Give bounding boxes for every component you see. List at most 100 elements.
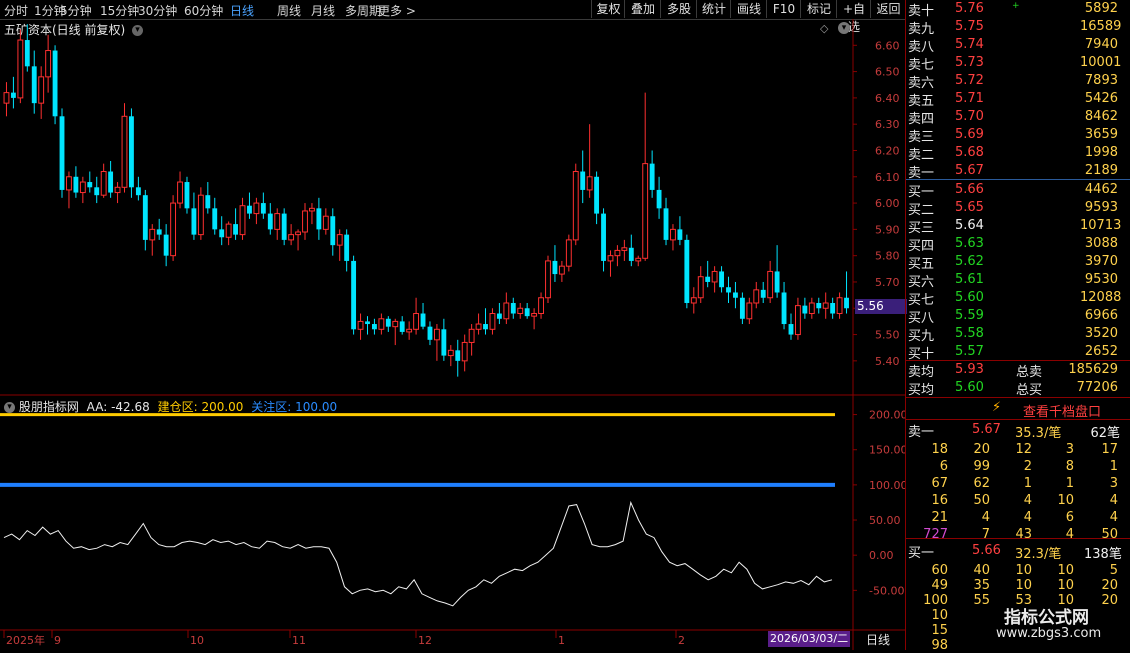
bid-price[interactable]: 5.60 (955, 290, 984, 305)
candle-body (788, 324, 794, 335)
toolbar-button[interactable]: 叠加 (624, 0, 661, 18)
period-tab[interactable]: 月线 (311, 2, 335, 19)
candle-body (87, 182, 93, 188)
bid-volume: 3520 (1084, 326, 1118, 341)
bid-level-label: 买九 (908, 329, 935, 344)
candle-body (607, 255, 614, 262)
period-tab[interactable]: 更多 > (378, 2, 416, 19)
bid-price[interactable]: 5.65 (955, 200, 984, 215)
toolbar-button[interactable]: 返回 (870, 0, 906, 18)
candle-body (59, 116, 65, 190)
period-tab[interactable]: 周线 (277, 2, 301, 19)
period-tab[interactable]: 日线 (230, 2, 254, 19)
candle-body (100, 171, 107, 196)
chart-canvas[interactable]: 6.60 6.50 6.40 6.30 6.20 6.10 6.00 5.90 5.80 5.70… (0, 19, 905, 650)
queue-cell: 4 (981, 510, 990, 525)
candle-body (656, 189, 662, 209)
bid-price[interactable]: 5.59 (955, 308, 984, 323)
candle-body (219, 229, 225, 238)
ask-price[interactable]: 5.68 (955, 145, 984, 160)
queue-cell: 10 (1057, 578, 1074, 593)
candle-body (149, 228, 156, 241)
candle-body (483, 324, 488, 330)
avg-buy-label: 买均 (908, 383, 935, 398)
ask-price[interactable]: 5.74 (955, 37, 984, 52)
candle-body (746, 302, 753, 320)
candle-body (378, 318, 385, 330)
circle-chevron-icon[interactable]: ▾ (4, 402, 15, 413)
bid-price[interactable]: 5.63 (955, 236, 984, 251)
candle-body (635, 257, 642, 262)
ask-level-label: 卖三 (908, 130, 935, 145)
candle-body (538, 297, 544, 315)
ask-price[interactable]: 5.76 (955, 1, 984, 16)
candle-body (844, 297, 849, 309)
queue-cell: 10 (1015, 563, 1032, 578)
queue-cell: 4 (1109, 510, 1118, 525)
ask-level-label: 卖八 (908, 40, 935, 55)
period-tab[interactable]: 60分钟 (184, 2, 223, 19)
ask-price[interactable]: 5.67 (955, 163, 984, 178)
total-sell: 185629 (1068, 362, 1118, 377)
indicator-name[interactable]: 股朋指标网 (19, 400, 79, 414)
candle-body (427, 326, 433, 340)
candle-body (73, 176, 79, 193)
ask-price[interactable]: 5.69 (955, 127, 984, 142)
toolbar-button[interactable]: 统计 (696, 0, 731, 18)
period-tab[interactable]: 分时 (4, 2, 28, 19)
ask-price[interactable]: 5.71 (955, 91, 984, 106)
period-tab[interactable]: 30分钟 (138, 2, 177, 19)
toolbar-button[interactable]: 多股 (660, 0, 697, 18)
bid-price[interactable]: 5.61 (955, 272, 984, 287)
queue-cell: 20 (1101, 578, 1118, 593)
ask-price[interactable]: 5.73 (955, 55, 984, 70)
bid-level-label: 买二 (908, 203, 935, 218)
bid-price[interactable]: 5.66 (955, 182, 984, 197)
candle-body (3, 92, 10, 104)
queue-cell: 10 (931, 608, 948, 623)
bid-price[interactable]: 5.64 (955, 218, 984, 233)
queue-cell: 10 (1057, 563, 1074, 578)
queue-cell: 98 (931, 638, 948, 653)
ask-level-label: 卖七 (908, 58, 935, 73)
watermark-line2: www.zbgs3.com (996, 626, 1102, 641)
ask-price[interactable]: 5.72 (955, 73, 984, 88)
candle-body (302, 210, 308, 233)
bid-price[interactable]: 5.58 (955, 326, 984, 341)
candle-body (808, 302, 815, 315)
ask-price[interactable]: 5.75 (955, 19, 984, 34)
indicator-tick-label: 150.00 (869, 444, 905, 457)
bid-price[interactable]: 5.62 (955, 254, 984, 269)
thousand-level-button[interactable]: 查看千档盘口 (1023, 401, 1101, 420)
queue-cell: 3 (1109, 476, 1118, 491)
queue-cell: 10 (1057, 493, 1074, 508)
queue-cell: 3 (1065, 442, 1074, 457)
bid-price[interactable]: 5.57 (955, 344, 984, 359)
candle-body (601, 213, 606, 261)
toolbar-button[interactable]: 画线 (730, 0, 767, 18)
period-tab[interactable]: 15分钟 (100, 2, 139, 19)
candle-body (163, 234, 169, 256)
queue-cell: 53 (1015, 593, 1032, 608)
ask-level-label: 卖四 (908, 112, 935, 127)
toolbar-button[interactable]: +自选 (836, 0, 871, 34)
queue-cell: 62 (973, 476, 990, 491)
ask-price[interactable]: 5.70 (955, 109, 984, 124)
candle-body (225, 223, 232, 238)
period-tab[interactable]: 5分钟 (60, 2, 92, 19)
ask-level-label: 卖六 (908, 76, 935, 91)
ask-volume: 5892 (1084, 1, 1118, 16)
price-tick-label: 5.90 (875, 223, 900, 236)
bid-level-label: 买一 (908, 185, 935, 200)
candle-body (802, 305, 808, 314)
candle-body (795, 305, 801, 336)
toolbar-button[interactable]: 标记 (800, 0, 837, 18)
period-tab[interactable]: 多周期 (345, 2, 381, 19)
candle-body (10, 92, 16, 98)
period-label[interactable]: 日线 (866, 631, 890, 648)
candle-body (517, 307, 524, 315)
candle-body (781, 292, 787, 325)
toolbar-button[interactable]: 复权 (591, 0, 625, 18)
indicator-aa-line (3, 500, 833, 607)
toolbar-button[interactable]: F10 (766, 0, 801, 18)
